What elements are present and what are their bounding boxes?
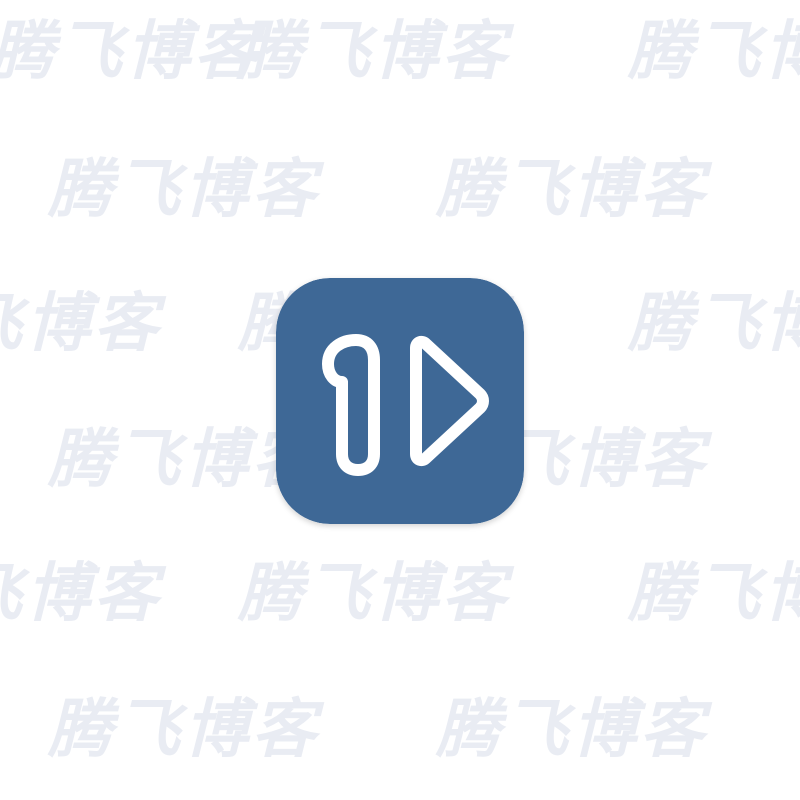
watermark-text: 腾飞博客 — [48, 153, 320, 227]
watermark-text: 腾飞博客 — [0, 557, 162, 631]
watermark-text: 腾飞博客 — [0, 15, 262, 89]
watermark-text: 腾飞博客 — [0, 287, 162, 361]
watermark-text: 腾飞博客 — [628, 15, 800, 89]
watermark-text: 腾飞博客 — [628, 557, 800, 631]
watermark-text: 腾飞博客 — [436, 153, 708, 227]
play-one-logo-icon — [276, 278, 524, 524]
watermark-text: 腾飞博客 — [628, 287, 800, 361]
watermark-text: 腾飞博客 — [436, 693, 708, 767]
watermark-text: 腾飞博客 — [48, 693, 320, 767]
watermark-text: 腾飞博客 — [238, 557, 510, 631]
watermark-text: 腾飞博客 — [238, 15, 510, 89]
app-icon[interactable] — [276, 278, 524, 524]
